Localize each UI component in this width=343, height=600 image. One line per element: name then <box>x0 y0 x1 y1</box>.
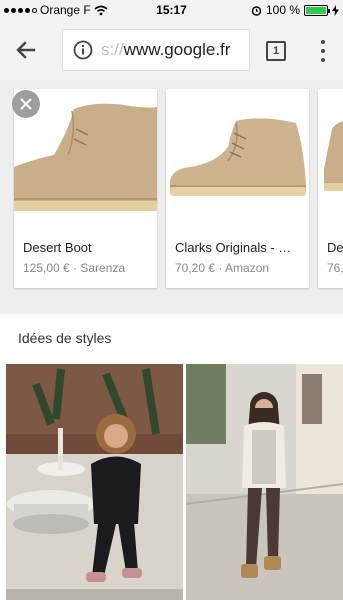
styles-section-title: Idées de styles <box>18 330 112 346</box>
product-image-clarks[interactable] <box>166 89 309 224</box>
product-price-seller: 70,20 € · Amazon <box>175 261 270 275</box>
product-title[interactable]: De <box>327 240 343 255</box>
battery-percent: 100 % <box>265 3 300 17</box>
product-card[interactable]: Desert Boot 125,00 € · Sarenza <box>14 89 157 288</box>
status-right: 100 % <box>251 3 339 17</box>
charging-icon <box>332 4 339 16</box>
product-title[interactable]: Clarks Originals - … <box>175 240 291 255</box>
url-text[interactable]: s://www.google.fr <box>101 40 230 60</box>
url-bar[interactable]: s://www.google.fr <box>62 29 250 71</box>
product-price-seller: 76, <box>327 261 343 275</box>
battery-icon <box>304 4 330 16</box>
overflow-menu-icon[interactable] <box>318 40 328 62</box>
product-card[interactable]: De 76, <box>318 89 343 288</box>
browser-toolbar: s://www.google.fr 1 <box>0 20 343 80</box>
style-photo-fountain[interactable] <box>6 364 183 600</box>
product-carousel[interactable]: Desert Boot 125,00 € · Sarenza Clarks Or… <box>0 80 343 308</box>
alarm-icon <box>251 5 262 16</box>
info-icon[interactable] <box>73 40 93 60</box>
style-photo-street[interactable] <box>186 364 343 600</box>
close-icon[interactable] <box>12 90 40 118</box>
product-image-partial[interactable] <box>318 89 343 224</box>
product-price-seller: 125,00 € · Sarenza <box>23 261 126 275</box>
product-card[interactable]: Clarks Originals - … 70,20 € · Amazon <box>166 89 309 288</box>
tabs-icon[interactable]: 1 <box>266 41 286 61</box>
product-title[interactable]: Desert Boot <box>23 240 92 255</box>
section-divider <box>0 308 343 314</box>
back-arrow-icon[interactable] <box>12 36 40 64</box>
status-bar: Orange F 15:17 100 % <box>0 0 343 20</box>
